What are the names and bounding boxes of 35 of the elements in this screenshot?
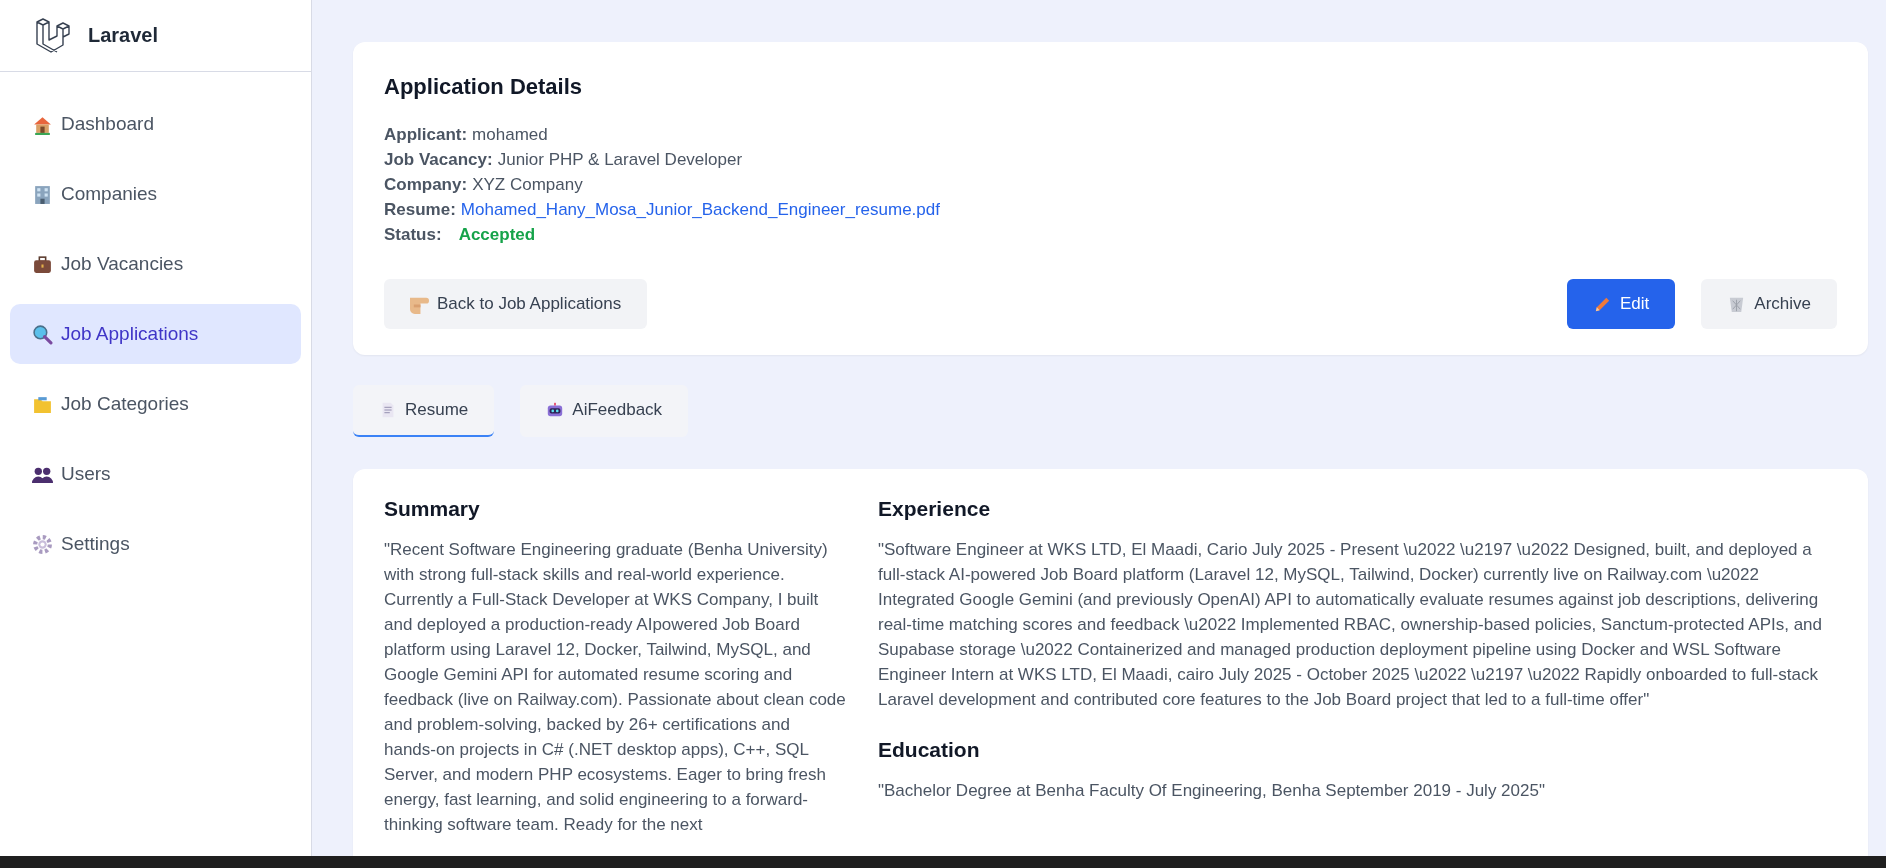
field-value: Junior PHP & Laravel Developer <box>497 149 743 171</box>
archive-button[interactable]: Archive <box>1701 279 1837 329</box>
field-value: mohamed <box>472 124 548 146</box>
sidebar-item[interactable]: Job Categories <box>10 374 301 434</box>
field-label: Applicant: <box>384 124 468 146</box>
sidebar-item[interactable]: Users <box>10 444 301 504</box>
sidebar-item[interactable]: Job Applications <box>10 304 301 364</box>
magnifier-icon <box>32 323 53 345</box>
edit-button[interactable]: Edit <box>1567 279 1676 329</box>
briefcase-icon <box>32 253 53 275</box>
field-label: Status: <box>384 224 442 246</box>
sidebar-item[interactable]: Dashboard <box>10 94 301 154</box>
field-label: Company: <box>384 174 468 196</box>
sidebar-item[interactable]: Companies <box>10 164 301 224</box>
section-title: Experience <box>878 497 992 521</box>
education-text: "Bachelor Degree at Benha Faculty Of Engineering, Benha September 2019 - July 2025" <box>878 780 1546 802</box>
experience-text: "Software Engineer at WKS LTD, El Maadi, Cario July 2025 - Present \u2022 \u2197 \u2022 Designed, built, and deployed a full-stack AI-powered Job Board platform (Laravel 12, MySQL, Tailwind, Docker) currently live on Railway.com \u2022 Integrated Google Gemini (and previously OpenAI) API to automatically evaluate resumes against job descriptions, delivering real-time matching scores and feedback \u2022 Implemented RBAC, ownership-based policies, Sanctum-protected APIs, and Supabase storage \u2022 Containerized and managed production deployment pipeline using Docker and WSL Software Engineer Intern at WKS LTD, El Maadi, cairo July 2025 - October 2025 \u2022 \u2197 \u2022 Rapidly onboarded to full-stack Laravel development and contributed core features to the Job Board project that led to a full-time offer" <box>878 539 1823 711</box>
details-title: Application Details <box>384 74 584 100</box>
brand-name: Laravel <box>88 24 159 47</box>
building-icon <box>32 183 53 205</box>
sidebar-item[interactable]: Settings <box>10 514 301 574</box>
section-title: Summary <box>384 497 481 521</box>
tab[interactable]: Resume <box>353 385 495 437</box>
gear-icon <box>32 533 53 555</box>
summary-text: "Recent Software Engineering graduate (Benha University) with strong full-stack skills and real-world experience. Currently a Full-Stack Developer at WKS Company, I built and deployed a production-ready AIpowered Job Board platform using Laravel 12, Docker, Tailwind, MySQL, and Google Gemini API for automated resume scoring and feedback (live on Railway.com). Passionate about clean code and problem-solving, backed by 26+ certifications and hands-on projects in C# (.NET desktop apps), C++, SQL Server, and modern PHP ecosystems. Eager to bring fresh energy, fast learning, and solid engineering to a forward-thinking software team. Ready for the next <box>384 539 846 836</box>
tab[interactable]: AiFeedback <box>520 385 689 437</box>
field-label: Job Vacancy: <box>384 149 493 171</box>
resume-link[interactable]: Mohamed_Hany_Mosa_Junior_Backend_Engineer_resume.pdf <box>460 197 940 222</box>
back-button[interactable]: Back to Job Applications <box>384 279 648 329</box>
field-label: Resume: <box>384 199 456 221</box>
robot-icon <box>546 401 565 419</box>
section-title: Education <box>878 738 981 762</box>
sidebar-item[interactable]: Job Vacancies <box>10 234 301 294</box>
status-value: Accepted <box>458 224 536 246</box>
field-value: XYZ Company <box>472 174 583 196</box>
